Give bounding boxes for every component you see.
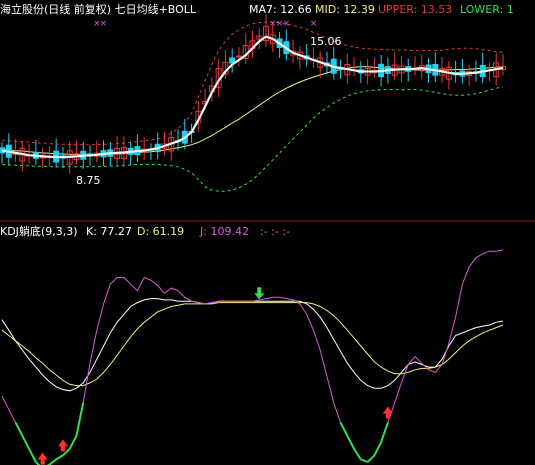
j-oversold-segment [75, 402, 85, 436]
d-value: D: 61.19 [137, 225, 185, 238]
series-line-k [1, 298, 504, 392]
j-oversold-segment [68, 435, 78, 450]
stock-title: 海立股份(日线 前复权) 七日均线+BOLL [0, 3, 197, 16]
j-oversold-segment [360, 458, 368, 463]
j-oversold-segment [380, 422, 389, 443]
kdj-title: KDJ躺底(9,3,3) [0, 225, 78, 238]
buy-signal-arrow [57, 439, 68, 452]
sell-signal-arrow [254, 287, 265, 300]
j-oversold-segment [14, 422, 24, 437]
ma7-value: MA7: 12.66 [249, 3, 312, 16]
buy-signal-arrow [37, 452, 48, 465]
candle-body [235, 55, 242, 58]
chart-stage: × × × × × × 15.06 8.75 海立股份(日线 前复权) 七日均线+BOLL… [0, 0, 535, 465]
low-price-label: 8.75 [76, 174, 101, 187]
lower-value: LOWER: 1 [460, 3, 514, 16]
extra-values: :- :- :- [260, 225, 291, 238]
j-oversold-segment [21, 435, 30, 450]
series-line-d [1, 302, 504, 387]
j-oversold-segment [373, 441, 383, 456]
j-oversold-segment [366, 454, 376, 463]
k-value: K: 77.27 [86, 225, 132, 238]
high-price-label: 15.06 [310, 35, 342, 48]
signal-marker: × [310, 19, 318, 29]
j-oversold-segment [28, 448, 37, 463]
j-oversold-segment [353, 448, 362, 460]
j-oversold-segment [48, 458, 57, 465]
j-oversold-segment [346, 435, 355, 450]
j-oversold-segment [55, 454, 64, 461]
series-line-mid [1, 66, 504, 156]
signal-marker: × [283, 19, 291, 29]
buy-signal-arrow [382, 406, 393, 419]
upper-value: UPPER: 13.53 [378, 3, 453, 16]
mid-value: MID: 12.39 [315, 3, 375, 16]
j-value: J: 109.42 [200, 225, 249, 238]
signal-marker: × [100, 19, 108, 29]
j-oversold-segment [339, 422, 349, 437]
